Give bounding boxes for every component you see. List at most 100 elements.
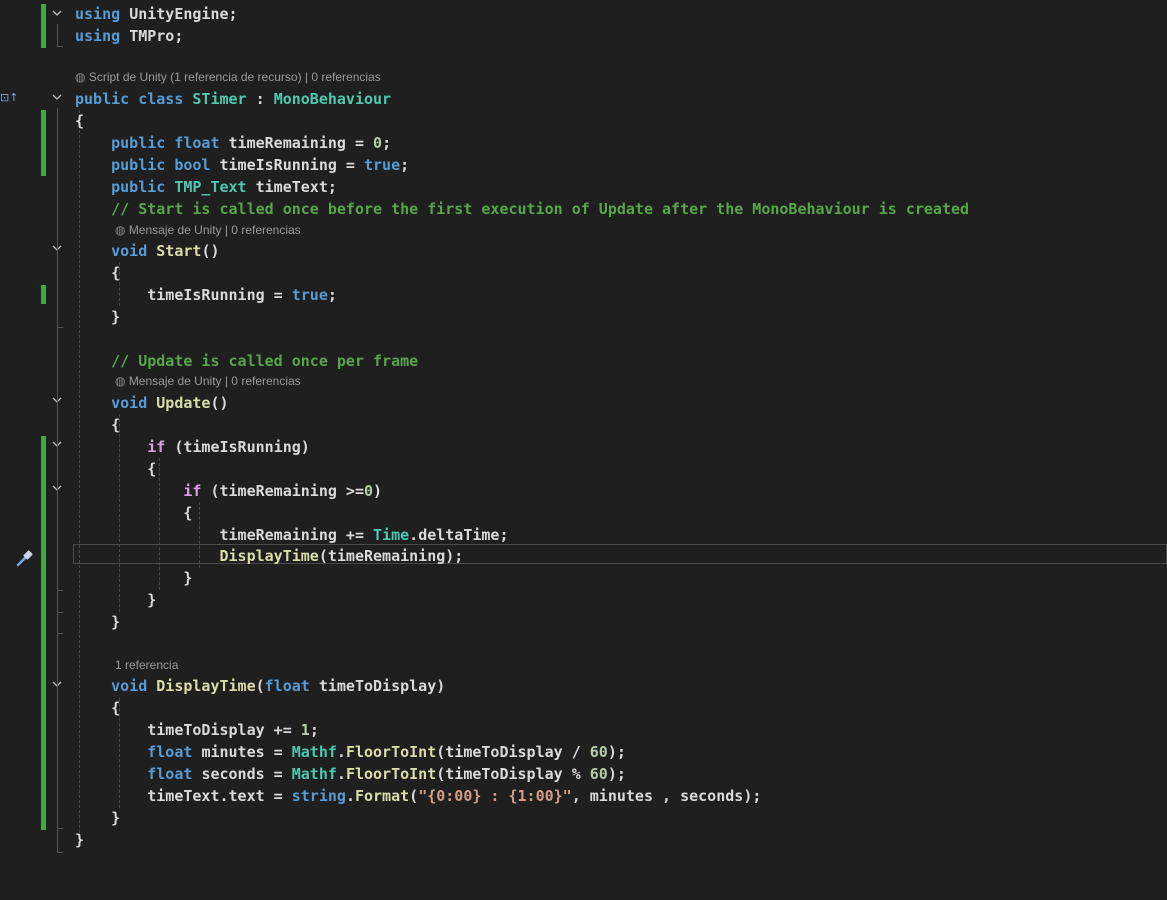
code-line[interactable]: timeIsRunning = true;: [75, 284, 337, 306]
identifier-token: minutes: [201, 743, 265, 761]
identifier-token: seconds: [680, 787, 744, 805]
punctuation-token: [75, 765, 147, 783]
codelens-update[interactable]: ◍ Mensaje de Unity | 0 referencias: [115, 373, 301, 389]
punctuation-token: {: [75, 112, 85, 130]
code-editor[interactable]: ⊡↑ ◍ Script de Unity (1 referencia de re…: [0, 0, 1167, 900]
codelens-start[interactable]: ◍ Mensaje de Unity | 0 referencias: [115, 222, 301, 238]
punctuation-token: );: [445, 547, 464, 565]
punctuation-token: ;: [499, 526, 509, 544]
punctuation-token: [129, 90, 138, 108]
code-line[interactable]: public class STimer : MonoBehaviour: [75, 88, 391, 110]
code-line[interactable]: }: [75, 567, 192, 589]
identifier-token: seconds: [201, 765, 265, 783]
code-line[interactable]: }: [75, 589, 156, 611]
keyword-token: using: [75, 27, 121, 45]
punctuation-token: =: [345, 134, 374, 152]
type-token: Mathf: [291, 743, 337, 761]
identifier-token: timeToDisplay: [318, 677, 437, 695]
punctuation-token: :: [246, 90, 274, 108]
punctuation-token: .: [345, 787, 355, 805]
punctuation-token: =: [264, 743, 292, 761]
number-token: 0: [364, 482, 374, 500]
code-line[interactable]: {: [75, 502, 192, 524]
code-line[interactable]: using UnityEngine;: [75, 3, 238, 25]
code-line[interactable]: void Start(): [75, 240, 219, 262]
code-line[interactable]: void DisplayTime(float timeToDisplay): [75, 675, 445, 697]
codelens-displaytime-text[interactable]: 1 referencia: [115, 658, 178, 672]
punctuation-token: }: [183, 569, 193, 587]
code-line[interactable]: {: [75, 110, 84, 132]
code-line[interactable]: {: [75, 697, 120, 719]
keyword-token: public: [111, 178, 166, 196]
code-line[interactable]: timeRemaining += Time.deltaTime;: [75, 524, 509, 546]
code-line[interactable]: using TMPro;: [75, 25, 183, 47]
code-line[interactable]: DisplayTime(timeRemaining);: [75, 545, 464, 567]
type-token: Mathf: [291, 765, 337, 783]
punctuation-token: [75, 156, 111, 174]
fold-chevron-icon[interactable]: [50, 92, 64, 106]
keyword-token: true: [291, 286, 328, 304]
outline-bracket: [57, 590, 63, 591]
codelens-class[interactable]: ◍ Script de Unity (1 referencia de recur…: [75, 69, 381, 85]
punctuation-token: ;: [327, 178, 337, 196]
codelens-class-text[interactable]: Script de Unity (1 referencia de recurso…: [89, 70, 381, 84]
punctuation-token: [75, 787, 147, 805]
punctuation-token: [75, 809, 111, 827]
code-line[interactable]: float seconds = Mathf.FloorToInt(timeToD…: [75, 763, 626, 785]
type-token: Time: [373, 526, 410, 544]
code-line[interactable]: {: [75, 458, 156, 480]
punctuation-token: +=: [264, 721, 301, 739]
method-token: DisplayTime: [156, 677, 256, 695]
code-line[interactable]: // Start is called once before the first…: [75, 198, 969, 220]
identifier-token: timeToDisplay: [445, 765, 563, 783]
codelens-displaytime[interactable]: 1 referencia: [115, 657, 178, 673]
method-token: Format: [354, 787, 410, 805]
punctuation-token: [75, 438, 147, 456]
class-hierarchy-icon[interactable]: ⊡↑: [0, 91, 18, 104]
punctuation-token: }: [147, 591, 157, 609]
identifier-token: timeToDisplay: [147, 721, 265, 739]
punctuation-token: [310, 677, 319, 695]
quick-actions-brush-icon[interactable]: [14, 547, 36, 573]
punctuation-token: [75, 178, 111, 196]
code-line[interactable]: void Update(): [75, 392, 228, 414]
punctuation-token: ): [436, 677, 446, 695]
code-line[interactable]: float minutes = Mathf.FloorToInt(timeToD…: [75, 741, 626, 763]
code-line[interactable]: }: [75, 611, 120, 633]
unity-icon: ◍: [115, 374, 129, 388]
punctuation-token: }: [75, 831, 85, 849]
identifier-token: timeIsRunning: [183, 438, 301, 456]
method-token: FloorToInt: [345, 743, 437, 761]
codelens-update-text[interactable]: Mensaje de Unity | 0 referencias: [129, 374, 301, 388]
code-line[interactable]: {: [75, 414, 120, 436]
identifier-token: timeRemaining: [228, 134, 346, 152]
code-line[interactable]: }: [75, 829, 84, 851]
code-line[interactable]: // Update is called once per frame: [75, 350, 418, 372]
outline-bracket: [57, 327, 63, 328]
code-line[interactable]: public TMP_Text timeText;: [75, 176, 337, 198]
codelens-start-text[interactable]: Mensaje de Unity | 0 referencias: [129, 223, 301, 237]
punctuation-token: (: [436, 765, 446, 783]
code-line[interactable]: public bool timeIsRunning = true;: [75, 154, 409, 176]
punctuation-token: ;: [174, 27, 184, 45]
punctuation-token: .: [219, 787, 229, 805]
code-line[interactable]: if (timeIsRunning): [75, 436, 310, 458]
code-line[interactable]: if (timeRemaining >=0): [75, 480, 382, 502]
punctuation-token: [75, 286, 147, 304]
identifier-token: TMPro: [129, 27, 175, 45]
code-line[interactable]: }: [75, 306, 120, 328]
identifier-token: timeRemaining: [327, 547, 446, 565]
code-line[interactable]: public float timeRemaining = 0;: [75, 132, 391, 154]
code-line[interactable]: {: [75, 262, 120, 284]
code-line[interactable]: }: [75, 807, 120, 829]
keyword-token: void: [111, 242, 148, 260]
keyword-token: bool: [174, 156, 211, 174]
type-token: STimer: [192, 90, 247, 108]
fold-chevron-icon[interactable]: [50, 8, 64, 22]
code-line[interactable]: timeToDisplay += 1;: [75, 719, 319, 741]
identifier-token: timeRemaining: [219, 482, 337, 500]
code-line[interactable]: timeText.text = string.Format("{0:00} : …: [75, 785, 761, 807]
punctuation-token: =: [264, 286, 292, 304]
punctuation-token: [120, 5, 129, 23]
keyword-token: float: [174, 134, 220, 152]
